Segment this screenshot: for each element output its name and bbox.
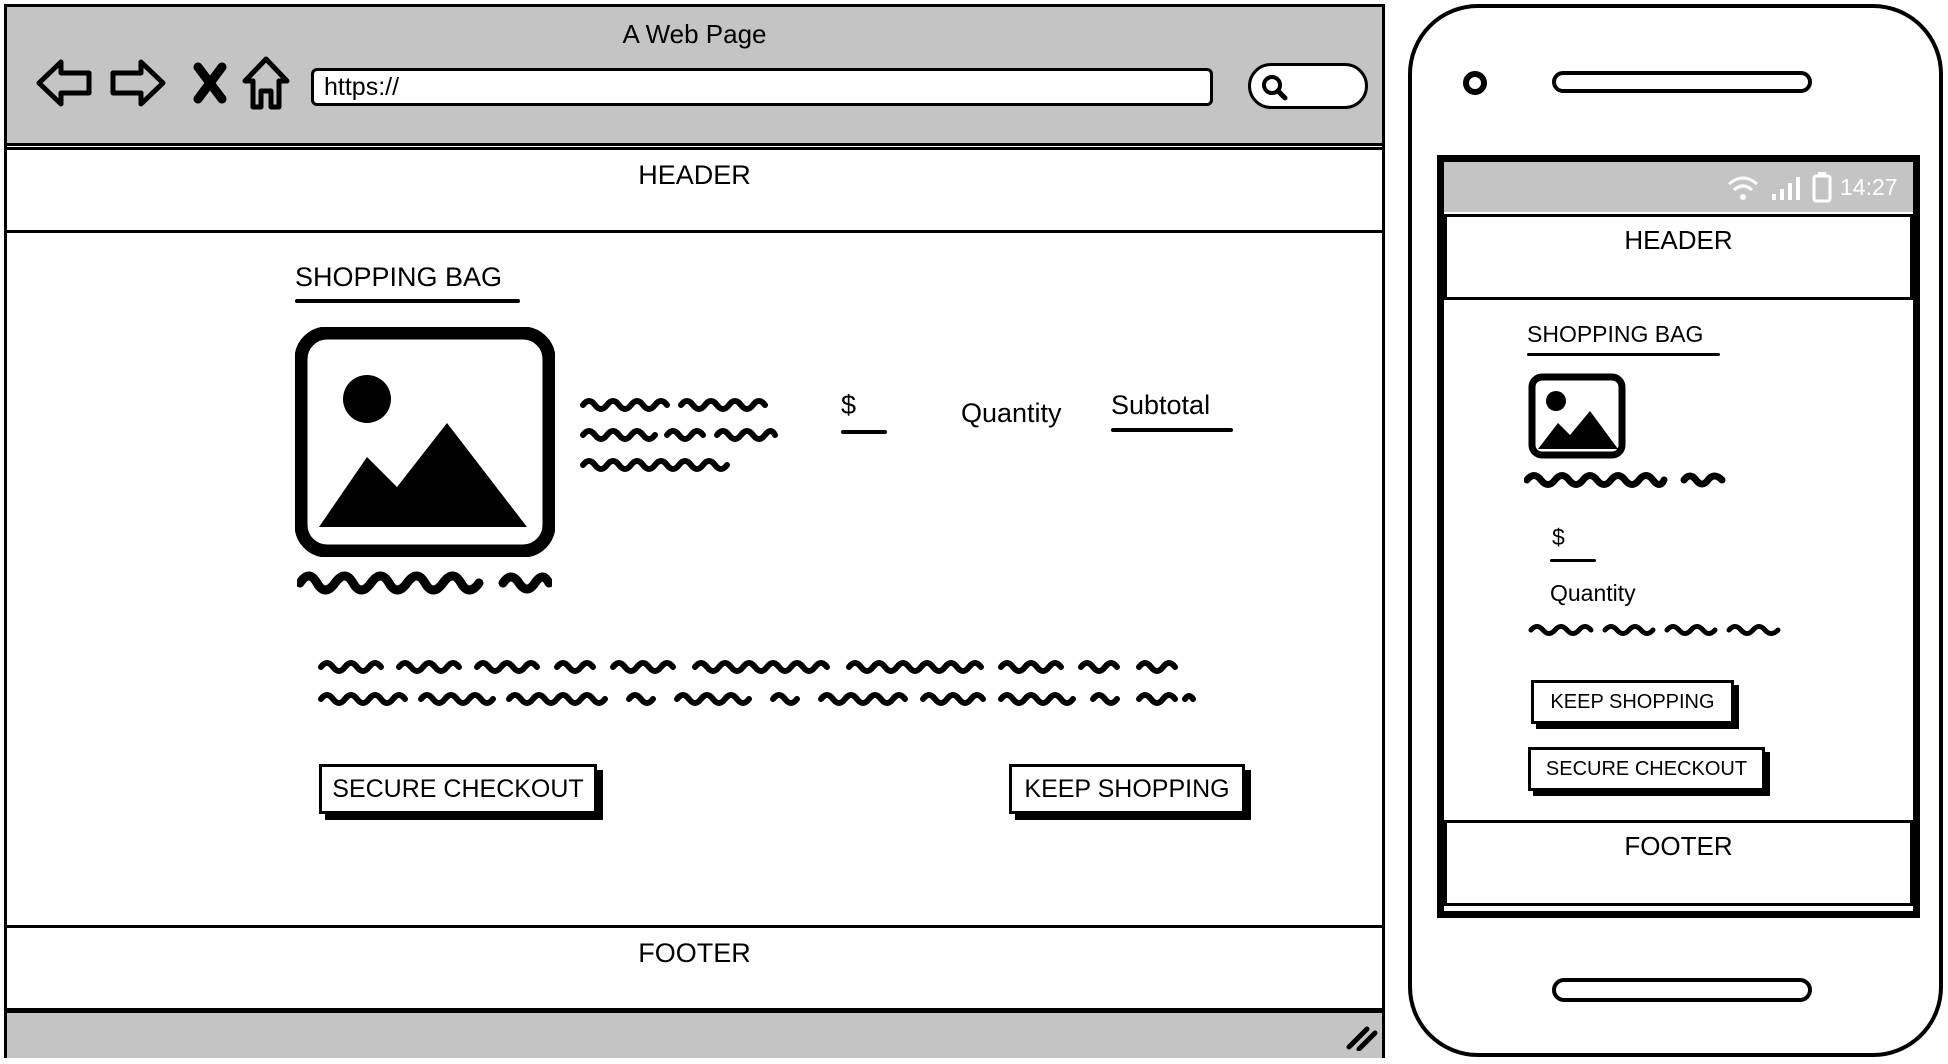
mobile-product-name-scribble xyxy=(1524,472,1726,488)
product-description-scribble xyxy=(580,398,778,472)
url-input[interactable]: https:// xyxy=(311,68,1213,106)
phone-screen: 14:27 HEADER SHOPPING BAG $ Quantity KEE… xyxy=(1437,155,1920,918)
cart-notes-scribble xyxy=(318,660,1196,706)
browser-search-field[interactable] xyxy=(1248,63,1368,109)
search-icon xyxy=(1262,75,1288,101)
desktop-secure-checkout-button[interactable]: SECURE CHECKOUT xyxy=(319,764,597,814)
browser-window: A Web Page https:// HEADER SHOPPING BAG xyxy=(4,4,1385,1058)
desktop-footer: FOOTER xyxy=(4,925,1385,1011)
desktop-price-symbol: $ xyxy=(841,390,857,420)
mobile-keep-shopping-button[interactable]: KEEP SHOPPING xyxy=(1531,680,1734,724)
mobile-secure-checkout-button[interactable]: SECURE CHECKOUT xyxy=(1528,747,1765,791)
camera-icon xyxy=(1463,71,1487,95)
desktop-subtotal-label: Subtotal xyxy=(1111,390,1211,420)
mobile-shopping-bag-title: SHOPPING BAG xyxy=(1527,321,1704,347)
home-icon[interactable] xyxy=(235,52,297,114)
desktop-shopping-bag-title: SHOPPING BAG xyxy=(295,262,503,292)
battery-icon xyxy=(1812,172,1832,203)
mobile-quantity-label: Quantity xyxy=(1550,580,1636,606)
browser-toolbar: A Web Page https:// xyxy=(7,7,1382,146)
signal-icon xyxy=(1772,177,1800,200)
forward-arrow-icon[interactable] xyxy=(107,52,169,114)
desktop-footer-label: FOOTER xyxy=(638,938,751,968)
mobile-shopping-bag-underline xyxy=(1527,353,1720,356)
home-button[interactable] xyxy=(1552,978,1812,1002)
mobile-footer: FOOTER xyxy=(1444,820,1913,906)
desktop-header-label: HEADER xyxy=(638,160,751,190)
mobile-price-underline xyxy=(1550,559,1596,562)
desktop-header: HEADER xyxy=(4,147,1385,233)
wifi-icon xyxy=(1728,176,1758,200)
mobile-footer-label: FOOTER xyxy=(1624,831,1733,861)
status-time: 14:27 xyxy=(1840,174,1898,200)
product-image-icon xyxy=(294,326,556,562)
phone-status-bar: 14:27 xyxy=(1444,162,1913,212)
mobile-header-label: HEADER xyxy=(1624,225,1733,255)
mobile-product-image-icon xyxy=(1528,373,1626,464)
mobile-price-symbol: $ xyxy=(1552,524,1565,550)
desktop-keep-shopping-button[interactable]: KEEP SHOPPING xyxy=(1009,764,1245,814)
close-icon[interactable] xyxy=(179,52,241,114)
resize-grip-icon[interactable] xyxy=(1345,1021,1379,1051)
price-underline xyxy=(841,430,887,434)
browser-status-bar xyxy=(7,1010,1382,1058)
desktop-quantity-label: Quantity xyxy=(961,398,1062,428)
mobile-notes-scribble xyxy=(1528,624,1781,636)
shopping-bag-underline xyxy=(295,299,520,303)
product-name-scribble xyxy=(297,571,552,595)
speaker-slot xyxy=(1552,71,1812,93)
subtotal-underline xyxy=(1111,428,1233,432)
window-title: A Web Page xyxy=(622,19,767,49)
back-arrow-icon[interactable] xyxy=(33,52,95,114)
mobile-header: HEADER xyxy=(1444,214,1913,300)
